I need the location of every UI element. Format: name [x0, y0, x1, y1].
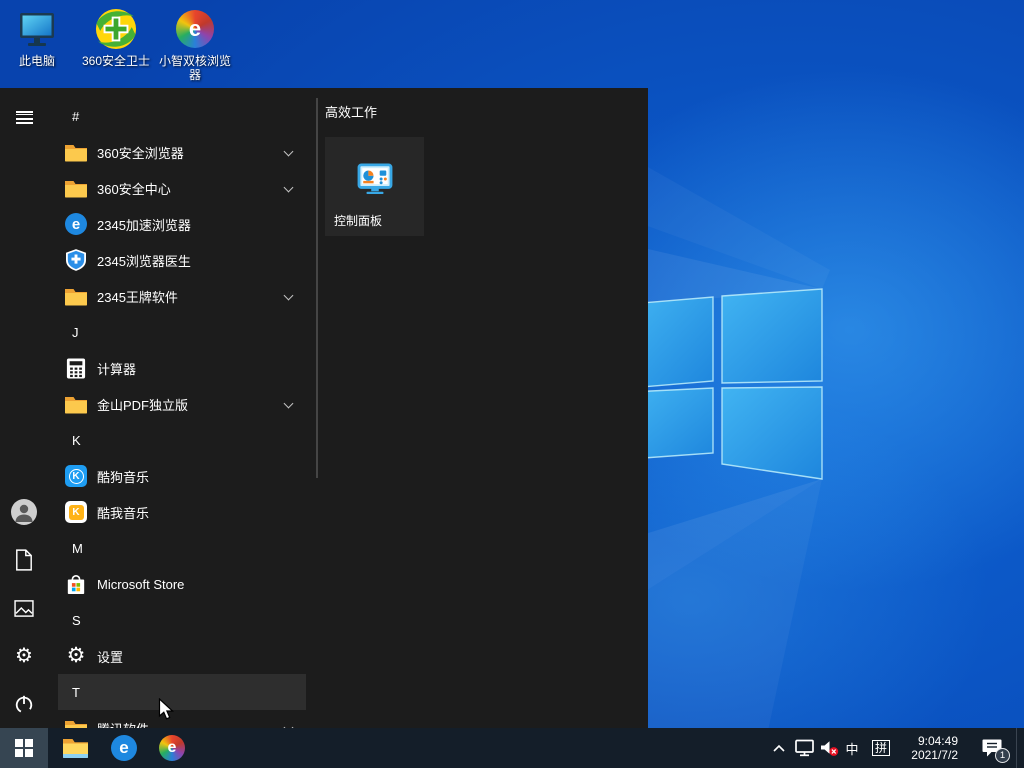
- kugou-icon: K: [64, 465, 88, 487]
- shield-doctor-icon: [64, 249, 88, 271]
- tray-network-button[interactable]: [792, 728, 818, 768]
- browser-e-rainbow-icon: e: [159, 735, 185, 761]
- taskbar-2345-browser-button[interactable]: e: [106, 728, 142, 768]
- clock-time: 9:04:49: [917, 734, 958, 748]
- taskbar-xiaozhi-browser-button[interactable]: e: [154, 728, 190, 768]
- file-explorer-icon: [62, 739, 88, 758]
- app-item-kuwo-music[interactable]: K 酷我音乐: [58, 494, 306, 530]
- document-icon: [16, 549, 32, 571]
- ms-store-icon: [64, 573, 88, 595]
- pictures-button[interactable]: [0, 584, 48, 632]
- settings-button[interactable]: ⚙: [0, 632, 48, 680]
- power-button[interactable]: [0, 680, 48, 728]
- taskbar-file-explorer-button[interactable]: [57, 728, 93, 768]
- section-header-highlighted[interactable]: T: [58, 674, 306, 710]
- kuwo-icon: K: [64, 501, 88, 523]
- app-item-kingsoft-pdf[interactable]: 金山PDF独立版: [58, 386, 306, 422]
- folder-icon: [64, 179, 88, 198]
- section-header[interactable]: K: [58, 422, 306, 458]
- browser-e-blue-icon: e: [111, 735, 137, 761]
- expand-menu-button[interactable]: [0, 88, 48, 136]
- start-menu-panel: ⚙ # 360安全浏览器 360安全中心 e 2345加速浏览器 2345浏览器…: [0, 88, 648, 737]
- gear-icon: ⚙: [15, 645, 33, 667]
- app-item-360-browser[interactable]: 360安全浏览器: [58, 134, 306, 170]
- windows-logo-icon: [15, 739, 33, 757]
- desktop-icon-xiaozhi-browser[interactable]: e 小智双核浏览器: [156, 6, 234, 82]
- action-center-button[interactable]: 1: [972, 728, 1012, 768]
- app-item-kugou-music[interactable]: K 酷狗音乐: [58, 458, 306, 494]
- user-account-button[interactable]: [0, 488, 48, 536]
- folder-icon: [64, 395, 88, 414]
- ime-language-label: 中: [845, 741, 859, 757]
- app-item-360-center[interactable]: 360安全中心: [58, 170, 306, 206]
- section-header[interactable]: S: [58, 602, 306, 638]
- power-icon: [15, 695, 33, 714]
- chevron-up-icon: [773, 744, 785, 752]
- desktop-icon-label: 360安全卫士: [81, 54, 151, 68]
- browser-2345-icon: e: [64, 213, 88, 235]
- tray-ime-mode-button[interactable]: 拼: [868, 728, 894, 768]
- app-item-2345-browser[interactable]: e 2345加速浏览器: [58, 206, 306, 242]
- 360-safeguard-icon: [93, 6, 139, 52]
- tile-label: 控制面板: [334, 214, 383, 228]
- documents-button[interactable]: [0, 536, 48, 584]
- ime-mode-label: 拼: [872, 740, 890, 756]
- desktop-icon-360-safeguard[interactable]: 360安全卫士: [77, 6, 155, 68]
- app-item-microsoft-store[interactable]: Microsoft Store: [58, 566, 306, 602]
- calculator-icon: [64, 358, 88, 379]
- section-header[interactable]: J: [58, 314, 306, 350]
- desktop-icon-this-pc[interactable]: 此电脑: [0, 6, 76, 68]
- clock-date: 2021/7/2: [911, 748, 958, 762]
- xiaozhi-browser-icon: e: [172, 6, 218, 52]
- folder-icon: [64, 287, 88, 306]
- desktop-icon-label: 小智双核浏览器: [158, 54, 231, 82]
- show-desktop-button[interactable]: [1016, 728, 1024, 768]
- desktop-icon-label: 此电脑: [18, 54, 55, 68]
- section-header[interactable]: #: [58, 98, 306, 134]
- app-item-calculator[interactable]: 计算器: [58, 350, 306, 386]
- app-list-scrollbar[interactable]: [316, 98, 318, 478]
- chevron-down-icon[interactable]: [283, 146, 294, 157]
- notification-count-badge: 1: [995, 748, 1010, 763]
- tray-volume-button[interactable]: [816, 728, 842, 768]
- section-header[interactable]: M: [58, 530, 306, 566]
- app-item-settings[interactable]: ⚙ 设置: [58, 638, 306, 674]
- control-panel-icon: [325, 163, 424, 195]
- start-menu-tiles: 高效工作 控制面板: [325, 88, 648, 728]
- chevron-down-icon[interactable]: [283, 290, 294, 301]
- tray-clock[interactable]: 9:04:49 2021/7/2: [896, 728, 958, 768]
- taskbar: e e 中 拼 9:04:49 2021/7/2 1: [0, 728, 1024, 768]
- folder-icon: [64, 143, 88, 162]
- settings-gear-icon: ⚙: [66, 644, 86, 667]
- this-pc-icon: [14, 6, 60, 52]
- start-menu-rail: ⚙: [0, 88, 48, 728]
- desktop-screen: 此电脑 360安全卫士 e 小智双核浏览器 ⚙ # 360安全浏览器 360安全…: [0, 0, 1024, 768]
- user-avatar-icon: [11, 499, 37, 525]
- tray-show-hidden-icons-button[interactable]: [766, 728, 792, 768]
- app-item-2345-suite[interactable]: 2345王牌软件: [58, 278, 306, 314]
- tray-ime-language-button[interactable]: 中: [840, 728, 864, 768]
- volume-muted-icon: [820, 740, 838, 756]
- start-button[interactable]: [0, 728, 48, 768]
- tile-control-panel[interactable]: 控制面板: [325, 137, 424, 236]
- start-menu-app-list: # 360安全浏览器 360安全中心 e 2345加速浏览器 2345浏览器医生…: [48, 88, 318, 737]
- tile-group-title: 高效工作: [325, 105, 378, 120]
- app-item-2345-doctor[interactable]: 2345浏览器医生: [58, 242, 306, 278]
- chevron-down-icon[interactable]: [283, 398, 294, 409]
- pictures-icon: [14, 599, 34, 617]
- network-ethernet-icon: [795, 739, 814, 757]
- chevron-down-icon[interactable]: [283, 182, 294, 193]
